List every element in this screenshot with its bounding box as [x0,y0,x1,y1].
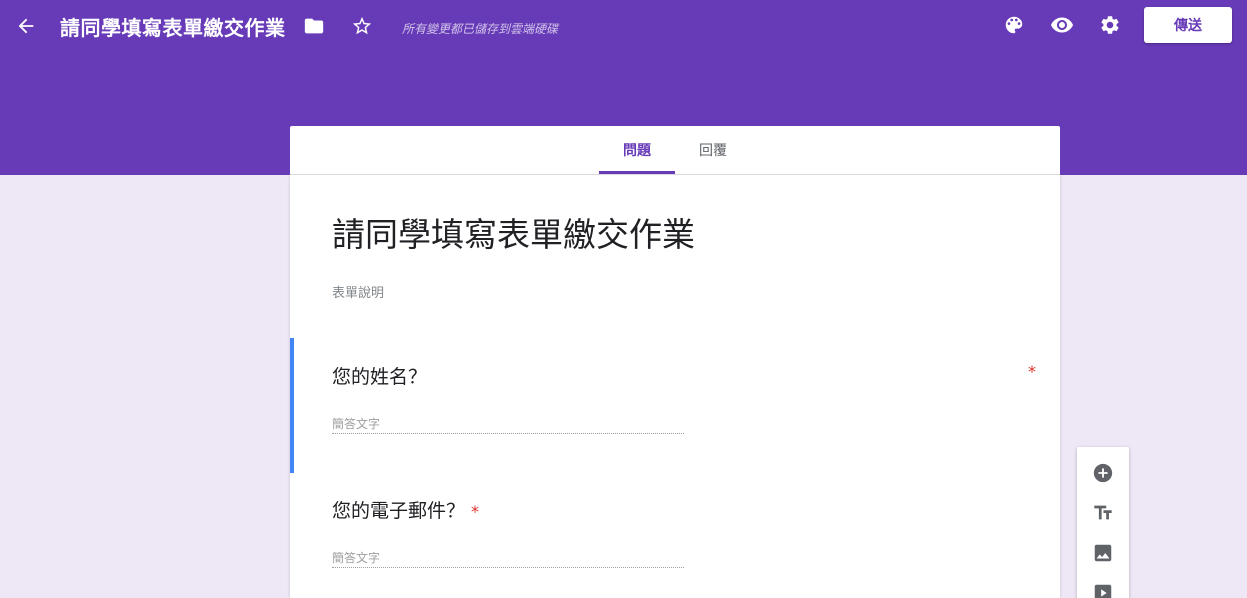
required-marker: * [471,502,480,521]
customize-theme-button[interactable] [998,9,1030,41]
form-title-header[interactable]: 請同學填寫表單繳交作業 [60,12,286,41]
settings-button[interactable] [1094,9,1126,41]
add-question-button[interactable] [1089,459,1117,487]
required-marker: * [1028,362,1036,381]
arrow-back-icon [18,18,34,34]
back-button[interactable] [10,10,42,42]
active-question-indicator [290,338,294,473]
short-answer-field: 簡答文字 [332,546,684,568]
top-bar: 請同學填寫表單繳交作業 所有變更都已儲存到雲端硬碟 傳送 [0,0,1247,52]
add-circle-icon [1093,463,1113,483]
preview-button[interactable] [1046,9,1078,41]
question-item[interactable]: 您的電子郵件？ * 簡答文字 [290,475,1060,598]
eye-icon [1051,17,1073,33]
send-button[interactable]: 傳送 [1144,7,1232,43]
image-icon [1094,544,1112,562]
question-title[interactable]: 您的姓名？ [332,362,427,389]
star-button[interactable] [346,10,378,42]
add-title-button[interactable] [1089,499,1117,527]
floating-toolbar [1077,447,1129,598]
form-description[interactable]: 表單說明 [332,282,384,301]
star-outline-icon [352,16,372,35]
save-status-text: 所有變更都已儲存到雲端硬碟 [402,22,559,36]
short-answer-field: 簡答文字 [332,412,684,434]
title-text-icon [1094,505,1112,520]
question-title-text: 您的電子郵件？ [332,500,466,522]
folder-icon [304,18,324,34]
form-card: 請同學填寫表單繳交作業 表單說明 您的姓名？ * 簡答文字 您的電子郵件？ * 簡… [290,175,1060,598]
question-item[interactable]: 您的姓名？ * 簡答文字 [290,338,1060,473]
tab-responses[interactable]: 回覆 [682,126,744,174]
add-video-button[interactable] [1089,579,1117,598]
palette-icon [1005,16,1023,34]
video-icon [1094,584,1112,598]
editor-tabs: 問題 回覆 [290,126,1060,175]
tab-questions[interactable]: 問題 [599,126,675,174]
form-title[interactable]: 請同學填寫表單繳交作業 [332,208,695,256]
question-title[interactable]: 您的電子郵件？ * [332,496,479,523]
gear-icon [1101,16,1119,34]
move-to-folder-button[interactable] [298,10,330,42]
add-image-button[interactable] [1089,539,1117,567]
